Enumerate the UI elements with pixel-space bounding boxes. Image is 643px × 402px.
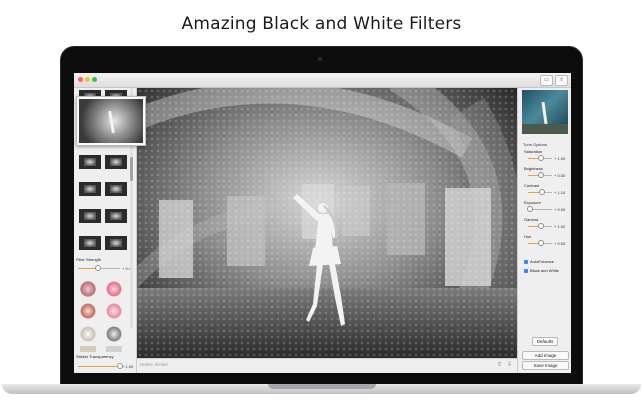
minimize-button[interactable] <box>85 77 90 82</box>
sticker-transparency-value: + 1.00 <box>122 364 134 369</box>
bottom-bar: Delete Sticker ⇧ ⇩ <box>137 358 517 373</box>
add-image-button[interactable]: Add Image <box>522 351 569 360</box>
filter-thumbnail[interactable] <box>79 209 101 223</box>
close-button[interactable] <box>78 77 83 82</box>
arrow-down-icon[interactable]: ⇩ <box>506 362 513 369</box>
defaults-button[interactable]: Defaults <box>532 337 558 346</box>
selected-filter-preview[interactable] <box>76 96 146 146</box>
brightness-slider-knob[interactable] <box>538 172 544 178</box>
filter-thumbnail[interactable] <box>79 155 101 169</box>
filter-thumbnail[interactable] <box>105 236 127 250</box>
saturation-slider-knob[interactable] <box>538 155 544 161</box>
sticker-thumbnail[interactable] <box>80 303 96 319</box>
zoom-button[interactable] <box>92 77 97 82</box>
app-window: ▭ ⇧ Filter Strength + 0.45 Sticker Trans… <box>74 73 571 373</box>
exposure-label: Exposure <box>524 200 541 205</box>
hue-value: + 0.00 <box>554 241 566 246</box>
sticker-thumbnail[interactable] <box>106 346 122 352</box>
contrast-value: + 1.14 <box>554 190 566 195</box>
title-bar: ▭ ⇧ <box>74 73 571 88</box>
sticker-thumbnail[interactable] <box>106 326 122 342</box>
filter-thumbnail[interactable] <box>105 209 127 223</box>
exposure-value: + 0.00 <box>554 207 566 212</box>
autoenhance-label: AutoEnhance <box>530 259 555 264</box>
left-scrollbar-thumb[interactable] <box>130 157 133 181</box>
photo-canvas[interactable] <box>137 88 517 358</box>
contrast-label: Contrast <box>524 183 540 188</box>
saturation-label: Saturation <box>524 149 543 154</box>
sticker-thumbnail[interactable] <box>80 326 96 342</box>
right-panel: Tune Options AutoEnhance Black and White… <box>517 88 571 373</box>
sticker-thumbnail[interactable] <box>106 303 122 319</box>
gamma-value: + 1.00 <box>554 224 566 229</box>
filter-thumbnail[interactable] <box>79 182 101 196</box>
black-and-white-label: Black and White <box>530 268 559 273</box>
laptop-notch <box>268 384 376 389</box>
bw-photo <box>137 88 517 358</box>
hue-label: Hue <box>524 234 532 239</box>
filter-strength-label: Filter Strength <box>76 257 102 262</box>
sticker-thumbnail[interactable] <box>80 281 96 297</box>
autoenhance-checkbox[interactable] <box>524 260 528 264</box>
contrast-slider-knob[interactable] <box>539 189 546 195</box>
gamma-label: Gamma <box>524 217 539 222</box>
filter-strength-knob[interactable] <box>94 265 101 271</box>
arrow-up-icon[interactable]: ⇧ <box>496 362 503 369</box>
filter-thumbnail[interactable] <box>105 155 127 169</box>
sticker-thumbnail[interactable] <box>106 281 122 297</box>
saturation-value: + 1.00 <box>554 156 566 161</box>
headline: Amazing Black and White Filters <box>181 14 462 34</box>
camera-icon <box>318 57 322 61</box>
tune-options-title: Tune Options <box>523 142 547 147</box>
gamma-slider-knob[interactable] <box>538 223 544 229</box>
sticker-transparency-label: Sticker Transparency <box>76 354 114 359</box>
delete-sticker-button[interactable]: Delete Sticker <box>140 362 168 367</box>
share-icon[interactable]: ⇧ <box>555 75 568 86</box>
brightness-label: Brightness <box>524 166 543 171</box>
left-panel: Filter Strength + 0.45 Sticker Transpare… <box>74 88 146 373</box>
sticker-thumbnail[interactable] <box>80 346 96 352</box>
filter-thumbnail[interactable] <box>79 236 101 250</box>
hue-slider-knob[interactable] <box>538 240 544 246</box>
original-preview-thumbnail[interactable] <box>522 90 568 134</box>
exposure-slider-knob[interactable] <box>527 206 534 212</box>
save-image-button[interactable]: Save Image <box>522 361 569 370</box>
sticker-transparency-fill <box>78 366 120 367</box>
filter-thumbnail[interactable] <box>105 182 127 196</box>
black-and-white-checkbox[interactable] <box>524 269 528 273</box>
brightness-value: + 0.00 <box>554 173 566 178</box>
compare-icon[interactable]: ▭ <box>540 75 553 86</box>
